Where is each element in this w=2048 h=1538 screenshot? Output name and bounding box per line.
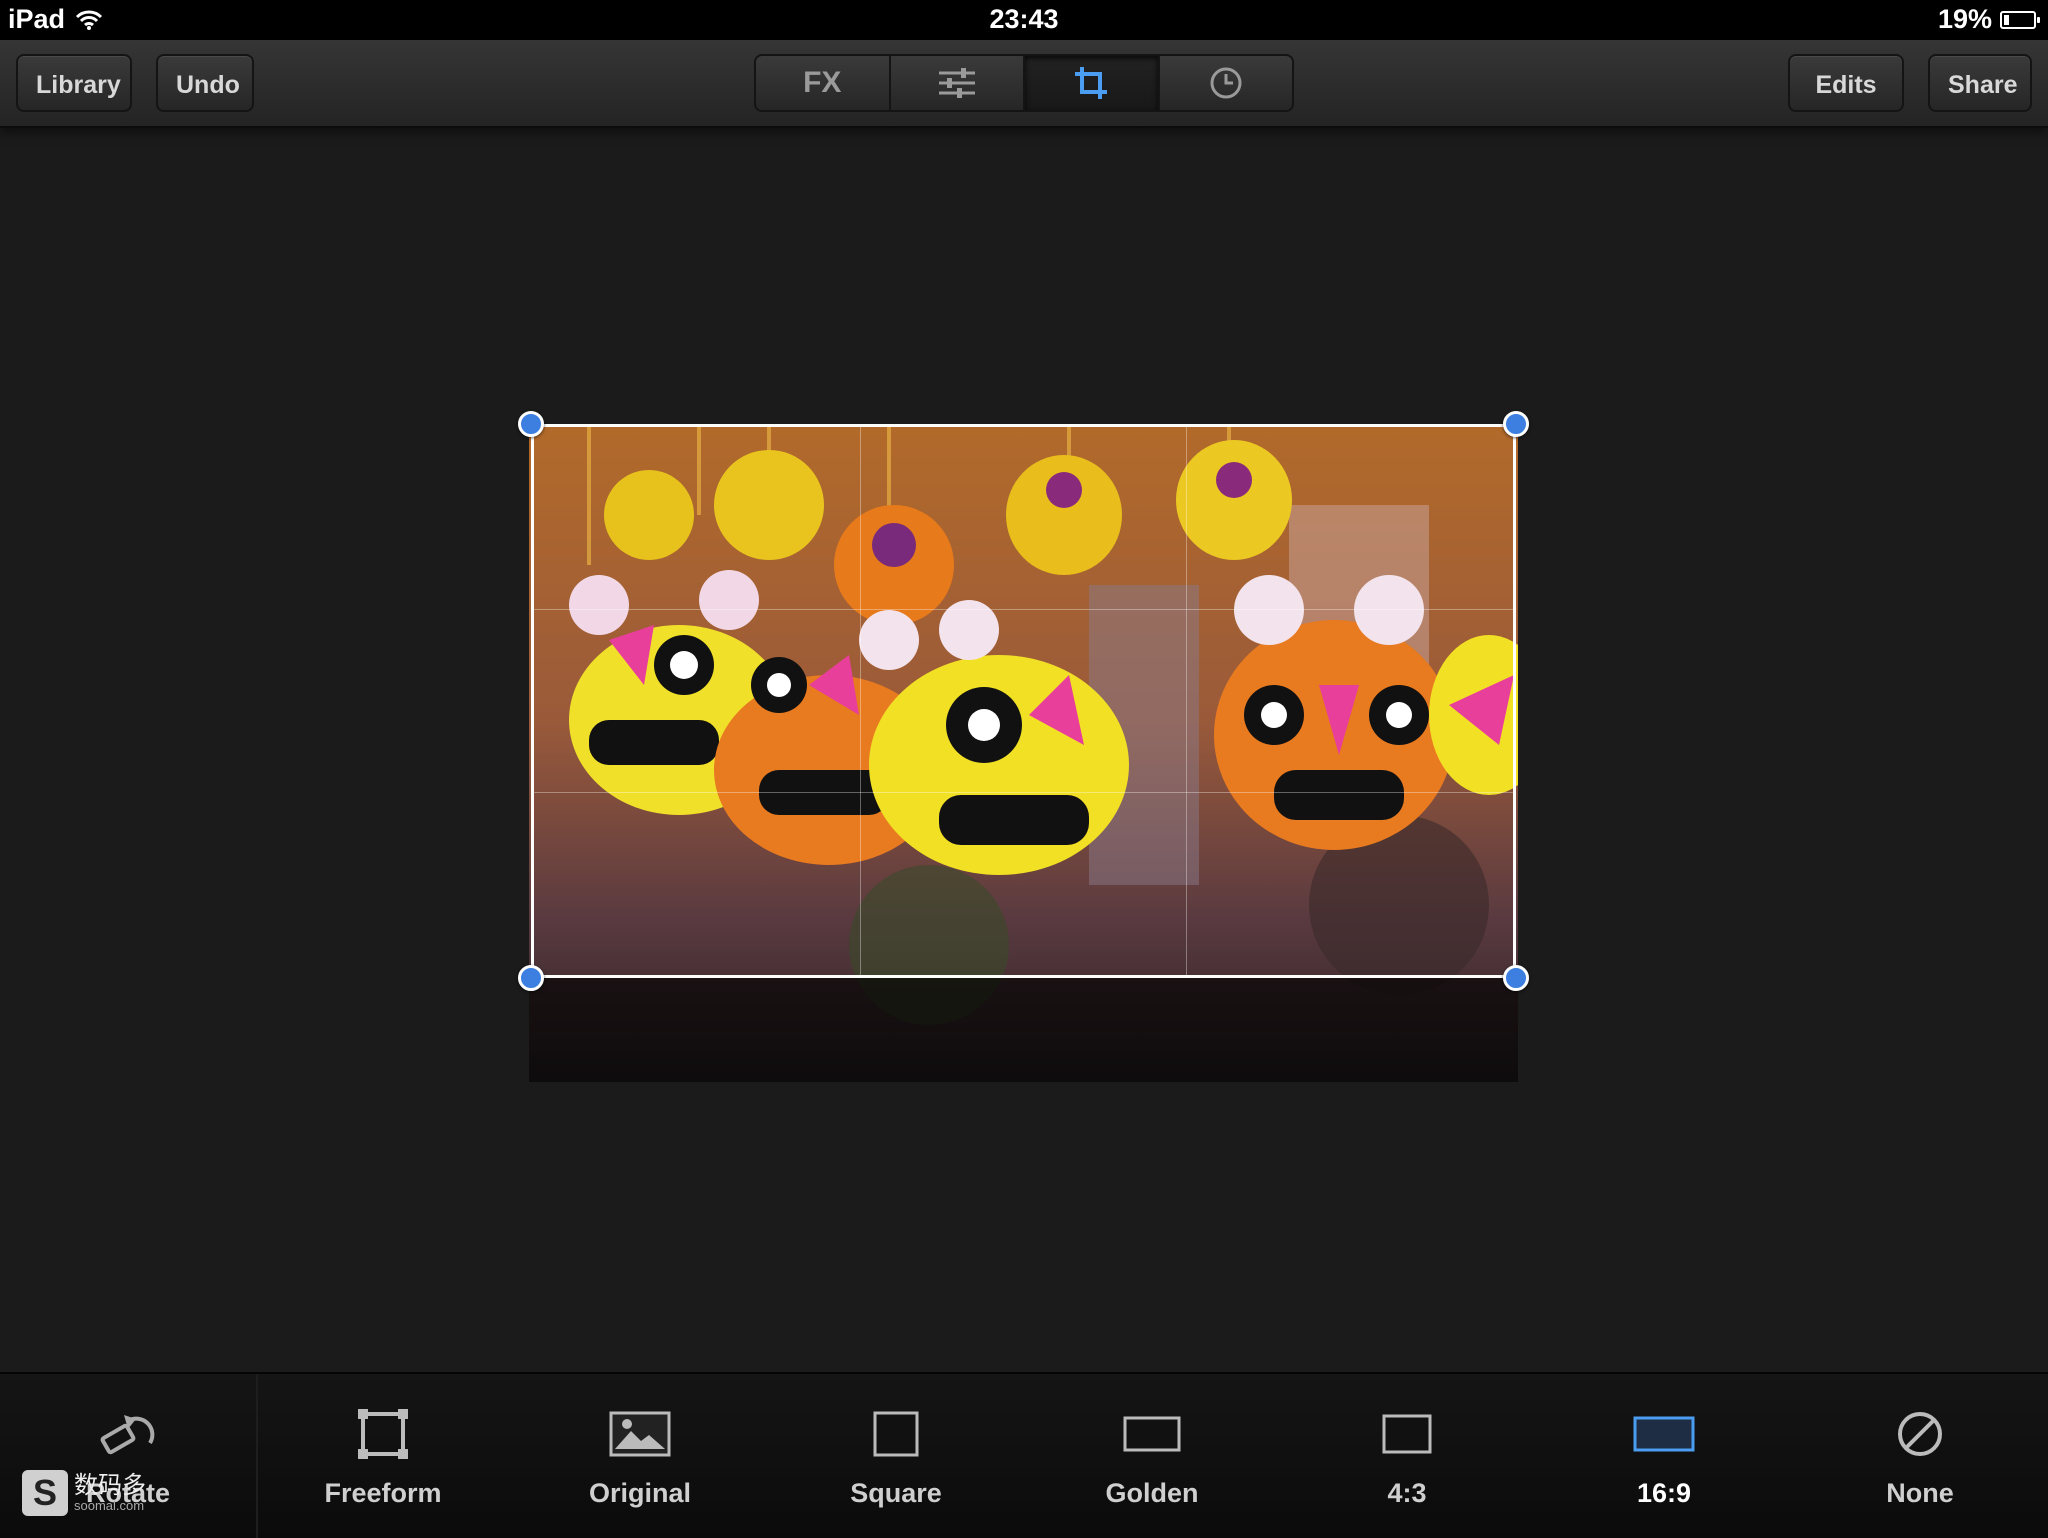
- undo-button[interactable]: Undo: [156, 54, 254, 112]
- watermark-logo: S: [22, 1470, 68, 1516]
- share-button[interactable]: Share: [1928, 54, 2032, 112]
- golden-icon-wrap: [1062, 1404, 1242, 1464]
- tab-fx[interactable]: FX: [756, 56, 891, 110]
- grid-line-v1: [860, 427, 861, 975]
- clock-icon: [1210, 67, 1242, 99]
- golden-label: Golden: [1105, 1478, 1199, 1508]
- sliders-icon: [938, 68, 975, 98]
- crop-frame[interactable]: [531, 424, 1516, 978]
- crop-options-bar: Rotate S 数码多 soomal.com Freeform Origina…: [0, 1372, 2048, 1538]
- crop-handle-top-right[interactable]: [1503, 411, 1529, 437]
- crop-option-golden[interactable]: Golden: [1062, 1374, 1242, 1538]
- none-icon: [1898, 1412, 1942, 1456]
- crop-option-square[interactable]: Square: [806, 1374, 986, 1538]
- bar-divider: [256, 1374, 258, 1538]
- fx-label: FX: [803, 66, 842, 99]
- grid-line-v2: [1186, 427, 1187, 975]
- tab-crop[interactable]: [1025, 56, 1160, 110]
- freeform-icon: [358, 1409, 408, 1459]
- clock: 23:43: [989, 4, 1059, 34]
- grid-line-h2: [534, 791, 1513, 793]
- original-label: Original: [588, 1478, 691, 1508]
- crop-option-freeform[interactable]: Freeform: [293, 1374, 473, 1538]
- watermark: S 数码多 soomal.com: [22, 1470, 146, 1516]
- crop-option-none[interactable]: None: [1830, 1374, 2010, 1538]
- crop-option-4-3[interactable]: 4:3: [1317, 1374, 1497, 1538]
- library-button[interactable]: Library: [16, 54, 132, 112]
- grid-line-h1: [534, 609, 1513, 611]
- edits-button[interactable]: Edits: [1788, 54, 1904, 112]
- square-icon: [873, 1411, 919, 1457]
- crop-option-original[interactable]: Original: [550, 1374, 730, 1538]
- freeform-label: Freeform: [324, 1478, 442, 1508]
- ratio-16-9-icon: [1633, 1416, 1695, 1452]
- ratio-4-3-icon-wrap: [1317, 1404, 1497, 1464]
- edits-label: Edits: [1815, 71, 1877, 99]
- top-toolbar: Library Undo FX Edits Share: [0, 40, 2048, 128]
- crop-icon: [1075, 67, 1108, 99]
- golden-ratio-icon: [1123, 1416, 1181, 1452]
- battery-percent: 19%: [1937, 4, 1992, 34]
- battery-icon: [2000, 10, 2040, 29]
- crop-handle-bottom-left[interactable]: [518, 965, 544, 991]
- watermark-site: soomal.com: [74, 1497, 145, 1513]
- status-right: 19%: [1937, 4, 2040, 35]
- none-label: None: [1886, 1478, 1954, 1508]
- ratio-16-9-label: 16:9: [1636, 1478, 1692, 1508]
- square-label: Square: [850, 1478, 942, 1508]
- crop-handle-bottom-right[interactable]: [1503, 965, 1529, 991]
- none-icon-wrap: [1830, 1404, 2010, 1464]
- tab-adjust[interactable]: [891, 56, 1025, 110]
- ratio-4-3-icon: [1382, 1414, 1432, 1454]
- rotate-icon-wrap: [38, 1404, 218, 1464]
- rotate-icon: [100, 1415, 155, 1455]
- crop-handle-top-left[interactable]: [518, 411, 544, 437]
- tool-segmented-control: FX: [754, 54, 1294, 112]
- original-photo-icon: [609, 1411, 671, 1457]
- ratio-16-9-icon-wrap: [1574, 1404, 1754, 1464]
- status-bar: iPad 23:43 19%: [0, 0, 2048, 40]
- original-icon-wrap: [550, 1404, 730, 1464]
- crop-option-16-9[interactable]: 16:9: [1574, 1374, 1754, 1538]
- freeform-icon-wrap: [293, 1404, 473, 1464]
- battery-fill: [2004, 14, 2009, 25]
- square-icon-wrap: [806, 1404, 986, 1464]
- ratio-4-3-label: 4:3: [1387, 1478, 1427, 1508]
- tab-history[interactable]: [1160, 56, 1293, 110]
- watermark-text: 数码多: [74, 1471, 146, 1499]
